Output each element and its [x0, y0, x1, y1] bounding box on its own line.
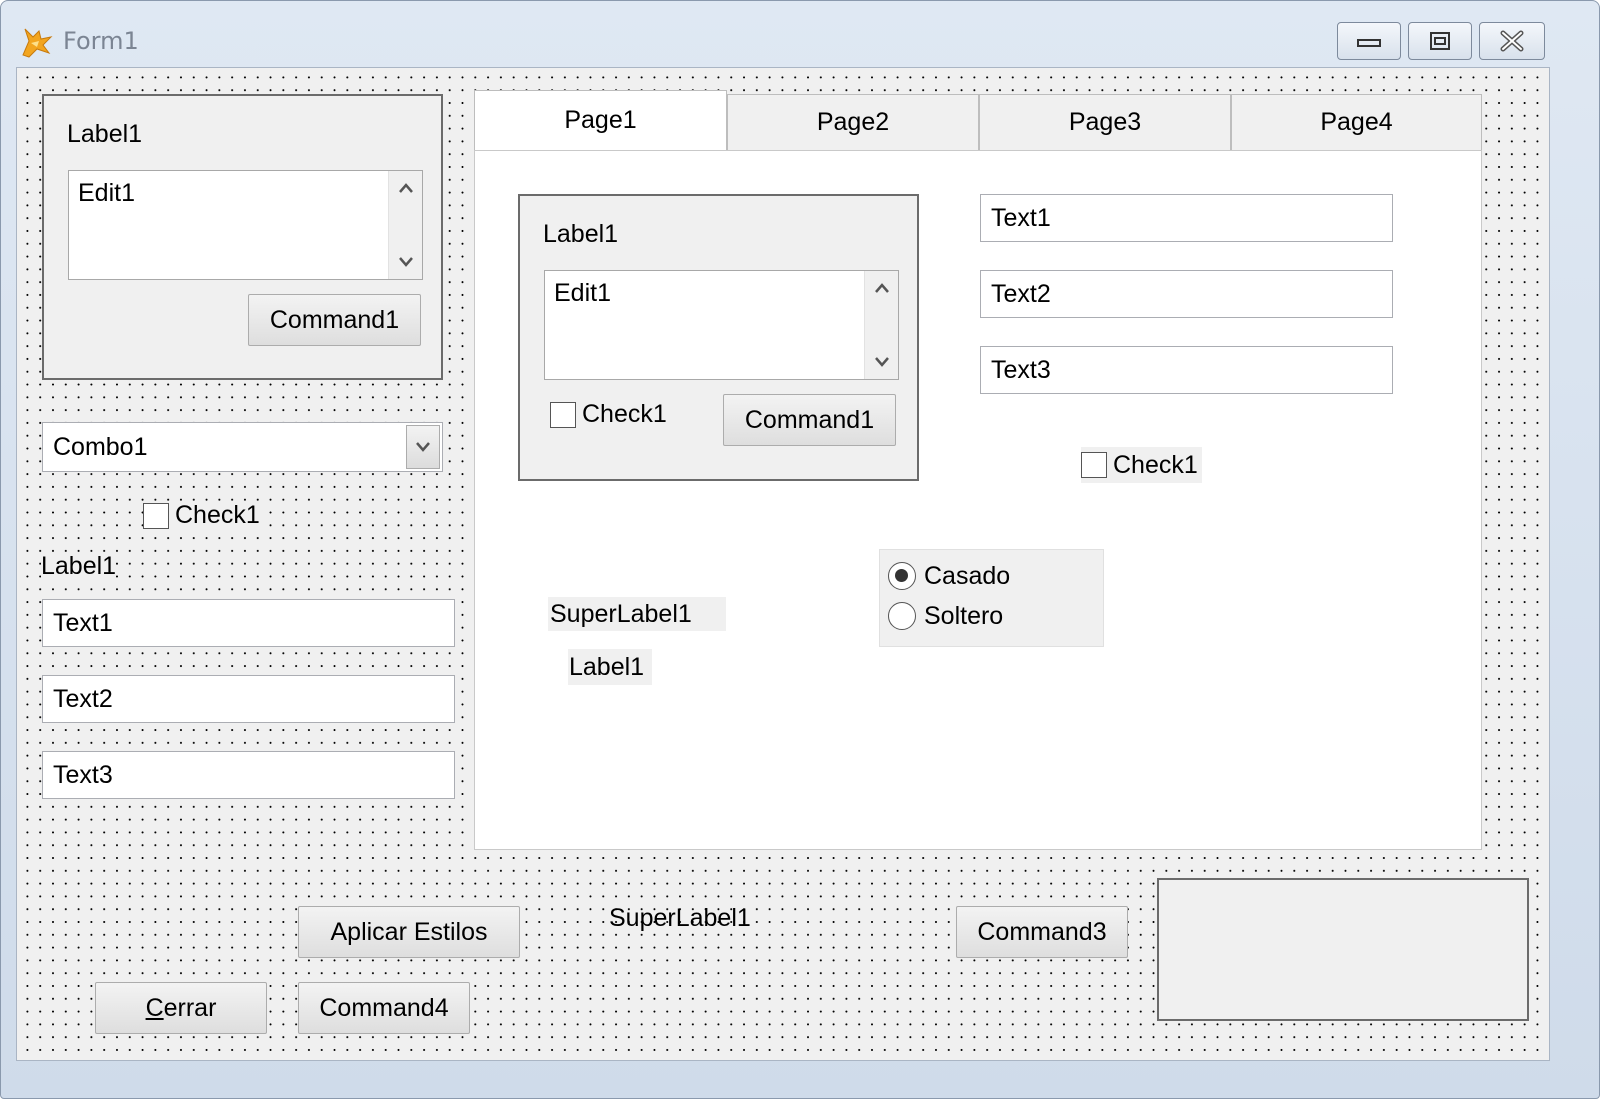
form-window: Form1 Label1 Edit1 Command1 Combo1 Check… [0, 0, 1600, 1099]
maximize-button[interactable] [1408, 22, 1472, 60]
left-text2-input[interactable]: Text2 [42, 675, 455, 723]
page1-text1-input[interactable]: Text1 [980, 194, 1393, 242]
left-text3-input[interactable]: Text3 [42, 751, 455, 799]
chevron-up-icon[interactable] [873, 281, 891, 295]
marital-status-option-group: Casado Soltero [879, 549, 1104, 647]
page1-edit-scrollbar[interactable] [864, 271, 898, 379]
page1-superlabel1: SuperLabel1 [548, 597, 726, 631]
minimize-button[interactable] [1337, 22, 1401, 60]
close-icon [1500, 30, 1524, 52]
close-button-label: errar [163, 993, 217, 1022]
tab-page4[interactable]: Page4 [1231, 94, 1482, 150]
left-edit-text: Edit1 [78, 179, 135, 207]
page1-frame-check1-box[interactable] [550, 401, 576, 428]
tab-page2[interactable]: Page2 [727, 94, 979, 150]
page1-edit-box[interactable]: Edit1 [544, 270, 899, 380]
option-soltero-label: Soltero [924, 601, 1004, 630]
close-button-accelerator: C [145, 993, 164, 1022]
tab-page3[interactable]: Page3 [979, 94, 1231, 150]
page1-text2-input[interactable]: Text2 [980, 270, 1393, 318]
command4-button[interactable]: Command4 [298, 982, 470, 1034]
left-frame-label: Label1 [67, 120, 143, 148]
page1-command1-button[interactable]: Command1 [723, 394, 896, 446]
chevron-down-icon[interactable] [873, 355, 891, 369]
chevron-up-icon[interactable] [397, 181, 415, 195]
left-check1[interactable]: Check1 [143, 501, 264, 530]
page1-content: Label1 Edit1 Check1 Command1 Text1 Text2… [474, 150, 1482, 850]
option-soltero-radio[interactable] [888, 602, 916, 630]
combo-dropdown-button[interactable] [406, 425, 440, 469]
fox-app-icon [22, 28, 53, 58]
form-client-area: Label1 Edit1 Command1 Combo1 Check1 Labe… [16, 67, 1550, 1061]
left-container-frame: Label1 Edit1 Command1 [42, 94, 443, 380]
left-check1-label: Check1 [175, 501, 260, 529]
page1-frame-check1-label: Check1 [582, 400, 667, 428]
page1-text3-input[interactable]: Text3 [980, 346, 1393, 394]
title-bar[interactable]: Form1 [1, 1, 1599, 67]
option-casado[interactable]: Casado [888, 556, 1095, 596]
minimize-icon [1357, 39, 1381, 47]
page1-check1-label: Check1 [1113, 450, 1198, 479]
page1-frame-check1[interactable]: Check1 [550, 400, 671, 429]
left-edit-scrollbar[interactable] [388, 171, 422, 279]
chevron-down-icon [416, 442, 430, 452]
chevron-down-icon[interactable] [397, 255, 415, 269]
apply-styles-button[interactable]: Aplicar Estilos [298, 906, 520, 958]
option-soltero[interactable]: Soltero [888, 596, 1095, 636]
left-text1-input[interactable]: Text1 [42, 599, 455, 647]
left-check1-box[interactable] [143, 502, 169, 529]
option-casado-label: Casado [924, 561, 1011, 590]
command3-button[interactable]: Command3 [956, 906, 1128, 958]
window-title: Form1 [63, 27, 139, 55]
empty-container [1157, 878, 1529, 1021]
option-casado-radio[interactable] [888, 562, 916, 590]
combo-box[interactable]: Combo1 [42, 422, 443, 472]
close-window-button[interactable] [1479, 22, 1545, 60]
page1-edit-text: Edit1 [554, 279, 611, 307]
left-edit-box[interactable]: Edit1 [68, 170, 423, 280]
pageframe: Page1 Page2 Page3 Page4 Label1 Edit1 Che… [474, 90, 1482, 850]
page1-label1: Label1 [568, 649, 652, 685]
page1-container-frame: Label1 Edit1 Check1 Command1 [518, 194, 919, 481]
left-label1: Label1 [41, 552, 117, 581]
combo-value: Combo1 [53, 432, 148, 461]
bottom-superlabel1: SuperLabel1 [609, 904, 751, 932]
left-command1-button[interactable]: Command1 [248, 294, 421, 346]
restore-icon [1430, 32, 1450, 50]
tab-page1[interactable]: Page1 [474, 90, 727, 150]
page1-check1[interactable]: Check1 [1081, 447, 1202, 483]
page1-frame-label: Label1 [543, 220, 619, 248]
close-button[interactable]: Cerrar [95, 982, 267, 1034]
page1-check1-box[interactable] [1081, 452, 1107, 478]
